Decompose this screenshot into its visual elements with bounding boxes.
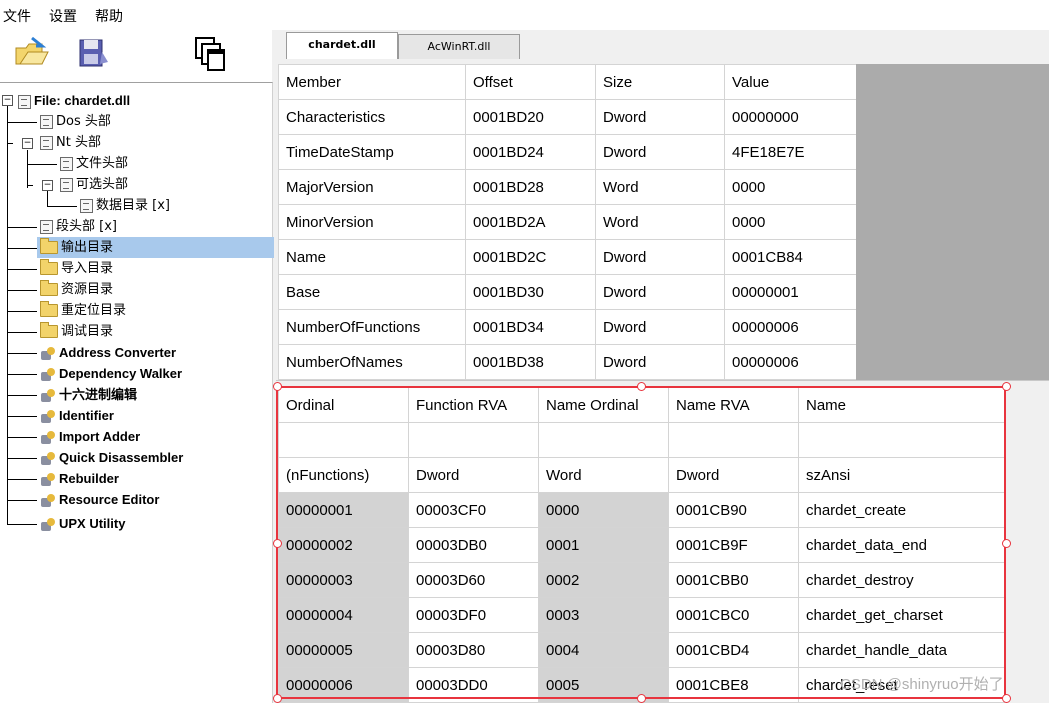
blank-row bbox=[278, 422, 1005, 458]
tool-icon bbox=[40, 367, 56, 382]
open-folder-icon[interactable] bbox=[12, 34, 52, 74]
table-row[interactable]: Base 0001BD30 Dword 00000001 bbox=[278, 274, 857, 310]
collapse-nt-icon[interactable]: − bbox=[22, 138, 33, 149]
table-row[interactable]: MinorVersion 0001BD2A Word 0000 bbox=[278, 204, 857, 240]
table-row[interactable]: NumberOfNames 0001BD38 Dword 00000006 bbox=[278, 344, 857, 380]
tool-icon bbox=[40, 493, 56, 508]
pe-tree: − − − File: chardet.dll Dos 头部 Nt 头部 文件头… bbox=[0, 82, 274, 703]
folder-icon bbox=[40, 322, 58, 338]
tree-import-directory[interactable]: 导入目录 bbox=[40, 258, 113, 279]
tree-tool-dependency-walker[interactable]: Dependency Walker bbox=[40, 363, 182, 384]
tree-nt-header[interactable]: Nt 头部 bbox=[40, 132, 101, 153]
header-icon bbox=[40, 219, 53, 234]
empty-grid-area bbox=[856, 64, 1049, 380]
menu-file[interactable]: 文件 bbox=[3, 6, 31, 26]
toolbar bbox=[0, 30, 272, 82]
resize-handle[interactable] bbox=[1002, 382, 1011, 391]
table-header-row: Ordinal Function RVA Name Ordinal Name R… bbox=[278, 387, 1005, 423]
tool-icon bbox=[40, 430, 56, 445]
file-tabs: chardet.dll AcWinRT.dll bbox=[276, 30, 1049, 59]
table-row[interactable]: 00000005 00003D80 0004 0001CBD4 chardet_hand… bbox=[278, 632, 1005, 668]
pane-splitter[interactable] bbox=[276, 380, 1049, 387]
watermark: CSDN @shinyruo开始了 bbox=[840, 676, 1004, 693]
save-disk-icon[interactable] bbox=[72, 34, 112, 74]
table-row[interactable]: MajorVersion 0001BD28 Word 0000 bbox=[278, 169, 857, 205]
table-row[interactable]: 00000004 00003DF0 0003 0001CBC0 chardet_get_… bbox=[278, 597, 1005, 633]
folder-icon bbox=[40, 280, 58, 296]
tree-tool-address-converter[interactable]: Address Converter bbox=[40, 342, 176, 363]
tree-tool-rebuilder[interactable]: Rebuilder bbox=[40, 468, 119, 489]
menu-settings[interactable]: 设置 bbox=[49, 6, 77, 26]
tree-section-header[interactable]: 段头部 [x] bbox=[40, 216, 117, 237]
tree-dos-header[interactable]: Dos 头部 bbox=[40, 111, 111, 132]
table-row[interactable]: NumberOfFunctions 0001BD34 Dword 00000006 bbox=[278, 309, 857, 345]
file-icon bbox=[18, 94, 31, 109]
collapse-root-icon[interactable]: − bbox=[2, 95, 13, 106]
tool-icon bbox=[40, 346, 56, 361]
column-header[interactable]: Member bbox=[278, 64, 466, 100]
cascade-windows-icon[interactable] bbox=[190, 34, 230, 74]
tree-reloc-directory[interactable]: 重定位目录 bbox=[40, 300, 126, 321]
export-header-table: Member Offset Size Value Characteristics… bbox=[278, 64, 857, 380]
collapse-optional-icon[interactable]: − bbox=[42, 180, 53, 191]
table-row[interactable]: 00000002 00003DB0 0001 0001CB9F chardet_data… bbox=[278, 527, 1005, 563]
tool-icon bbox=[40, 388, 56, 403]
column-header[interactable]: Ordinal bbox=[278, 387, 409, 423]
table-row[interactable]: 00000003 00003D60 0002 0001CBB0 chardet_dest… bbox=[278, 562, 1005, 598]
header-icon bbox=[60, 156, 73, 171]
tree-debug-directory[interactable]: 调试目录 bbox=[40, 321, 113, 342]
header-icon bbox=[40, 114, 53, 129]
table-row[interactable]: TimeDateStamp 0001BD24 Dword 4FE18E7E bbox=[278, 134, 857, 170]
tree-export-directory[interactable]: 输出目录 bbox=[37, 237, 274, 258]
column-header[interactable]: Offset bbox=[465, 64, 596, 100]
table-header-row: Member Offset Size Value bbox=[278, 64, 857, 100]
resize-handle[interactable] bbox=[637, 382, 646, 391]
folder-icon bbox=[40, 259, 58, 275]
column-header[interactable]: Name RVA bbox=[668, 387, 799, 423]
type-row: (nFunctions) Dword Word Dword szAnsi bbox=[278, 457, 1005, 493]
tree-optional-header[interactable]: 可选头部 bbox=[60, 174, 128, 195]
table-row[interactable]: Name 0001BD2C Dword 0001CB84 bbox=[278, 239, 857, 275]
tree-tool-quick-disassembler[interactable]: Quick Disassembler bbox=[40, 447, 183, 468]
column-header[interactable]: Function RVA bbox=[408, 387, 539, 423]
column-header[interactable]: Value bbox=[724, 64, 857, 100]
tree-tool-import-adder[interactable]: Import Adder bbox=[40, 426, 140, 447]
tool-icon bbox=[40, 517, 56, 532]
tree-root[interactable]: File: chardet.dll bbox=[18, 90, 130, 111]
resize-handle[interactable] bbox=[273, 382, 282, 391]
tab-chardet[interactable]: chardet.dll bbox=[286, 32, 398, 59]
resize-handle[interactable] bbox=[1002, 539, 1011, 548]
column-header[interactable]: Name bbox=[798, 387, 1005, 423]
folder-icon bbox=[40, 301, 58, 317]
column-header[interactable]: Size bbox=[595, 64, 725, 100]
tool-icon bbox=[40, 409, 56, 424]
header-icon bbox=[60, 177, 73, 192]
resize-handle[interactable] bbox=[273, 539, 282, 548]
tree-tool-resource-editor[interactable]: Resource Editor bbox=[40, 489, 159, 510]
tab-acwinrt[interactable]: AcWinRT.dll bbox=[398, 34, 520, 59]
export-functions-table: Ordinal Function RVA Name Ordinal Name R… bbox=[278, 387, 1005, 703]
tree-resource-directory[interactable]: 资源目录 bbox=[40, 279, 113, 300]
tree-data-directory[interactable]: 数据目录 [x] bbox=[80, 195, 170, 216]
menu-bar: 文件 设置 帮助 bbox=[0, 0, 1049, 30]
tool-icon bbox=[40, 451, 56, 466]
tree-tool-hex-editor[interactable]: 十六进制编辑 bbox=[40, 384, 137, 405]
tree-tool-identifier[interactable]: Identifier bbox=[40, 405, 114, 426]
folder-icon bbox=[40, 238, 58, 254]
table-row[interactable]: Characteristics 0001BD20 Dword 00000000 bbox=[278, 99, 857, 135]
tree-file-header[interactable]: 文件头部 bbox=[60, 153, 128, 174]
column-header[interactable]: Name Ordinal bbox=[538, 387, 669, 423]
header-icon bbox=[40, 135, 53, 150]
header-icon bbox=[80, 198, 93, 213]
tool-icon bbox=[40, 472, 56, 487]
tree-tool-upx-utility[interactable]: UPX Utility bbox=[40, 513, 125, 534]
table-row[interactable]: 00000001 00003CF0 0000 0001CB90 chardet_crea… bbox=[278, 492, 1005, 528]
menu-help[interactable]: 帮助 bbox=[95, 6, 123, 26]
